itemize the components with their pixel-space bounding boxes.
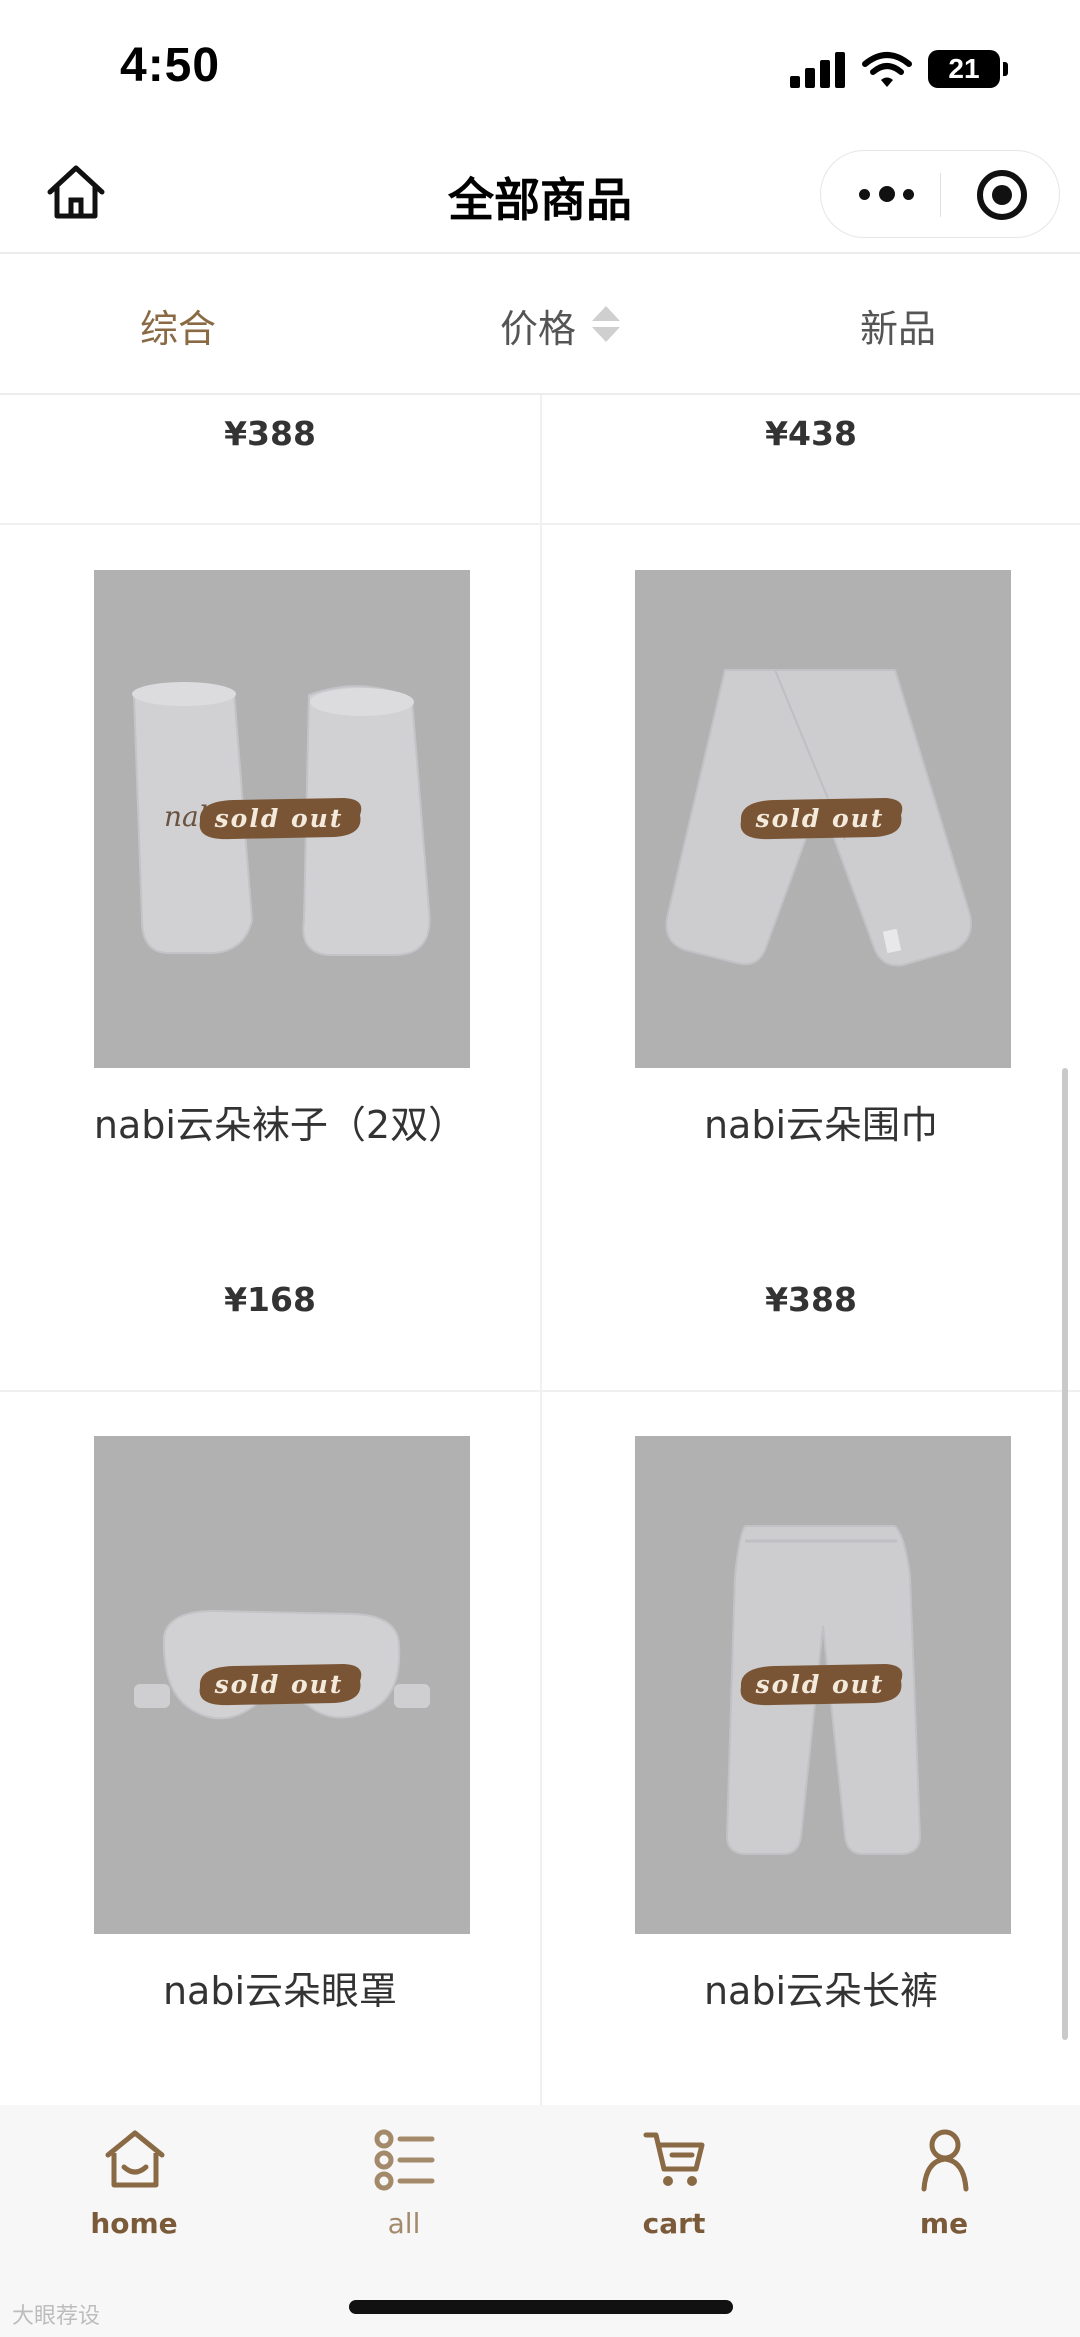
tab-price[interactable]: 价格 [500, 298, 576, 353]
sort-arrows-icon[interactable] [592, 306, 620, 346]
tabbar-item-all[interactable]: all [324, 2119, 484, 2249]
product-name[interactable]: nabi云朵眼罩 [80, 1962, 480, 2020]
product-name[interactable]: nabi云朵长裤 [621, 1962, 1021, 2020]
tab-comprehensive[interactable]: 综合 [140, 298, 216, 353]
product-image-socks[interactable]: nab sold out [94, 570, 470, 1068]
product-image-pants[interactable]: sold out [635, 1436, 1011, 1934]
cellular-signal-icon [790, 52, 846, 88]
status-time: 4:50 [120, 39, 221, 92]
product-price: ¥168 [224, 1280, 316, 1319]
home-indicator[interactable] [349, 2300, 733, 2314]
tabbar-label-home: home [90, 2207, 178, 2240]
tab-new[interactable]: 新品 [860, 298, 936, 353]
capsule-divider [940, 173, 941, 217]
wifi-icon [862, 50, 912, 90]
cart-icon [643, 2132, 705, 2186]
sold-out-badge: sold out [735, 1661, 905, 1709]
person-icon [921, 2129, 969, 2192]
grid-divider [540, 395, 542, 2105]
sold-out-badge: sold out [194, 1661, 364, 1709]
row-divider [0, 1390, 1080, 1392]
tabbar-item-me[interactable]: me [864, 2119, 1024, 2249]
tabbar-item-home[interactable]: home [54, 2119, 214, 2249]
tabbar-label-all: all [387, 2207, 421, 2240]
list-icon [374, 2129, 435, 2191]
scrollbar[interactable] [1062, 1068, 1068, 2040]
close-mini-program-icon[interactable] [977, 170, 1027, 220]
tabbar-item-cart[interactable]: cart [594, 2119, 754, 2249]
mini-program-capsule [820, 150, 1060, 238]
home-icon [105, 2130, 165, 2188]
product-name[interactable]: nabi云朵袜子（2双） [80, 1096, 480, 1154]
more-icon[interactable] [859, 185, 915, 205]
row-divider [0, 523, 1080, 525]
product-price: ¥388 [765, 1280, 857, 1319]
product-image-eye-mask[interactable]: sold out [94, 1436, 470, 1934]
tabbar-label-me: me [919, 2207, 969, 2240]
status-bar: 4:50 21 [0, 0, 1080, 140]
product-price: ¥438 [765, 414, 857, 453]
nav-bar: 全部商品 [0, 140, 1080, 252]
product-price: ¥388 [224, 414, 316, 453]
product-name[interactable]: nabi云朵围巾 [621, 1096, 1021, 1154]
tabbar-label-cart: cart [642, 2207, 706, 2240]
product-image-scarf[interactable]: sold out [635, 570, 1011, 1068]
sort-tabs: 综合 价格 新品 [0, 254, 1080, 394]
sold-out-badge: sold out [194, 795, 364, 843]
watermark: 大眼荐设 [12, 2304, 101, 2329]
battery-icon: 21 [928, 50, 1008, 88]
sold-out-badge: sold out [735, 795, 905, 843]
